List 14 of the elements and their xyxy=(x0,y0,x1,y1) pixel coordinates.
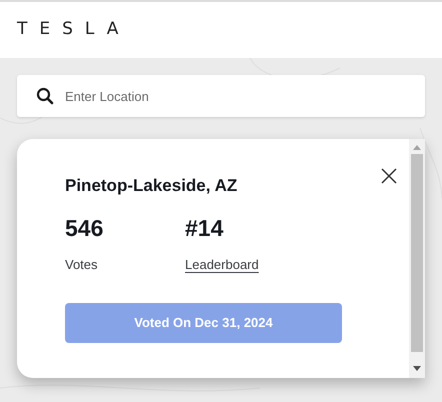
scrollbar-thumb[interactable] xyxy=(411,154,423,352)
scroll-down-icon[interactable] xyxy=(413,366,421,371)
stat-value: 546 xyxy=(65,214,104,242)
scrollbar[interactable] xyxy=(409,139,425,378)
leaderboard-link[interactable]: Leaderboard xyxy=(185,254,259,274)
close-button[interactable] xyxy=(379,166,399,186)
search-field[interactable]: Enter Location xyxy=(17,75,425,117)
stat-label: Votes xyxy=(65,256,98,274)
location-title: Pinetop-Lakeside, AZ xyxy=(65,175,238,197)
stat-value: #14 xyxy=(185,214,224,242)
close-icon xyxy=(381,168,397,184)
search-icon xyxy=(36,87,54,105)
scroll-up-icon[interactable] xyxy=(413,145,421,150)
logo[interactable]: TESLA xyxy=(17,17,130,43)
